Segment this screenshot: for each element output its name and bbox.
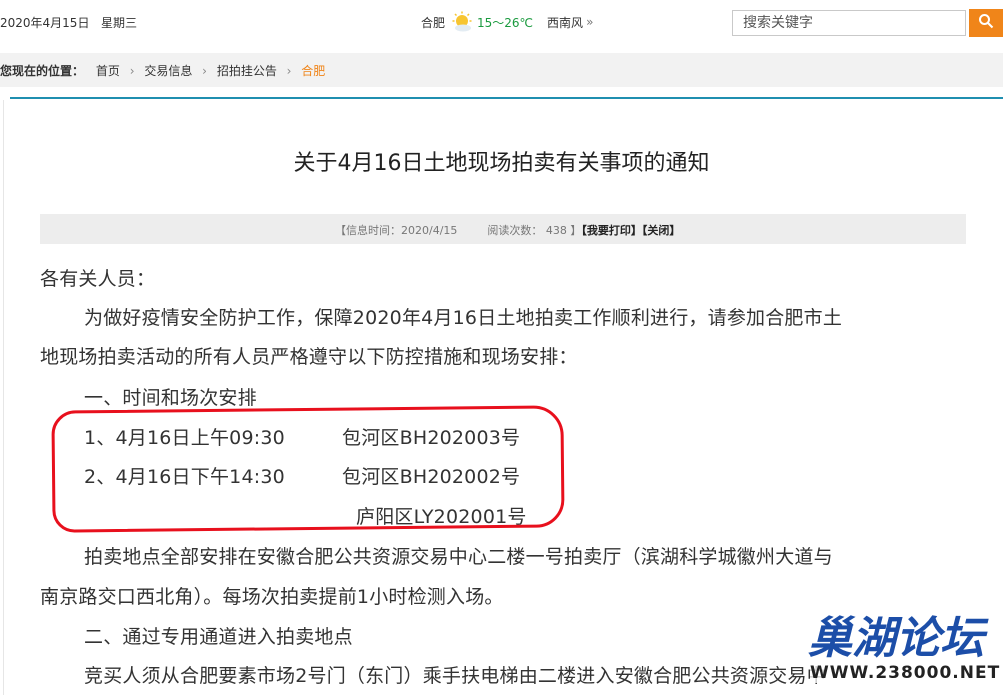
top-bar: 2020年4月15日 星期三 合肥 15～26℃ 西南风 » <box>0 0 1003 45</box>
close-link[interactable]: 【关闭】 <box>642 224 681 237</box>
breadcrumb-separator-icon: › <box>202 64 207 78</box>
article-title: 关于4月16日土地现场拍卖有关事项的通知 <box>293 151 710 176</box>
content-border <box>3 100 4 695</box>
search-input[interactable] <box>733 11 965 35</box>
section-heading: 一、时间和场次安排 <box>84 387 257 409</box>
article-paragraph: 拍卖地点全部安排在安徽合肥公共资源交易中心二楼一号拍卖厅（滨湖科学城徽州大道与 <box>84 546 833 568</box>
info-time-label: 【信息时间： <box>335 224 401 237</box>
article-paragraph: 南京路交口西北角）。每场次拍卖提前1小时检测入场。 <box>40 586 504 608</box>
highlight-circle <box>51 405 565 533</box>
article-info-bar: 【信息时间：2020/4/15 阅读次数： 438 】【我要打印】【关闭】 <box>40 214 966 244</box>
article-paragraph: 竞买人须从合肥要素市场2号门（东门）乘手扶电梯由二楼进入安徽合肥公共资源交易中 <box>84 665 826 687</box>
section-heading: 二、通过专用通道进入拍卖地点 <box>84 626 353 648</box>
chevron-right-icon: » <box>586 15 594 29</box>
watermark-name: 巢湖论坛 <box>808 613 984 664</box>
weather-widget[interactable]: 合肥 15～26℃ 西南风 » <box>421 9 593 35</box>
breadcrumb: 您现在的位置： 首页 › 交易信息 › 招拍挂公告 › 合肥 <box>0 62 325 79</box>
watermark-url: WWW.238000.NET <box>810 663 1001 683</box>
info-time: 2020/4/15 <box>401 224 458 237</box>
breadcrumb-home[interactable]: 首页 <box>96 64 120 78</box>
sun-cloud-icon <box>451 11 473 33</box>
article-paragraph: 为做好疫情安全防护工作，保障2020年4月16日土地拍卖工作顺利进行，请参加合肥… <box>84 307 843 329</box>
current-weekday: 星期三 <box>101 16 138 30</box>
breadcrumb-lead: 您现在的位置： <box>0 64 85 78</box>
views-close: 】 <box>570 224 582 237</box>
current-date: 2020年4月15日 <box>0 16 90 30</box>
search-button[interactable] <box>969 9 1003 37</box>
breadcrumb-separator-icon: › <box>286 64 292 78</box>
views-count: 438 <box>545 224 567 237</box>
breadcrumb-trading-info[interactable]: 交易信息 <box>144 64 192 78</box>
weather-wind: 西南风 <box>547 15 584 30</box>
forum-watermark: 巢湖论坛 WWW.238000.NET <box>800 600 1001 695</box>
breadcrumb-bar: 您现在的位置： 首页 › 交易信息 › 招拍挂公告 › 合肥 <box>0 53 1003 87</box>
breadcrumb-current[interactable]: 合肥 <box>301 64 325 78</box>
print-link[interactable]: 【我要打印】 <box>581 224 642 237</box>
views-label: 阅读次数： <box>487 224 543 237</box>
search-box <box>732 10 966 36</box>
breadcrumb-separator-icon: › <box>129 64 135 78</box>
weather-temperature: 15～26℃ <box>477 15 534 30</box>
weather-city: 合肥 <box>421 15 446 30</box>
section-divider <box>10 97 1003 99</box>
search-icon <box>978 13 994 33</box>
article-paragraph: 各有关人员： <box>40 268 156 290</box>
breadcrumb-announcements[interactable]: 招拍挂公告 <box>217 64 277 78</box>
article-paragraph: 地现场拍卖活动的所有人员严格遵守以下防控措施和现场安排： <box>40 346 578 368</box>
